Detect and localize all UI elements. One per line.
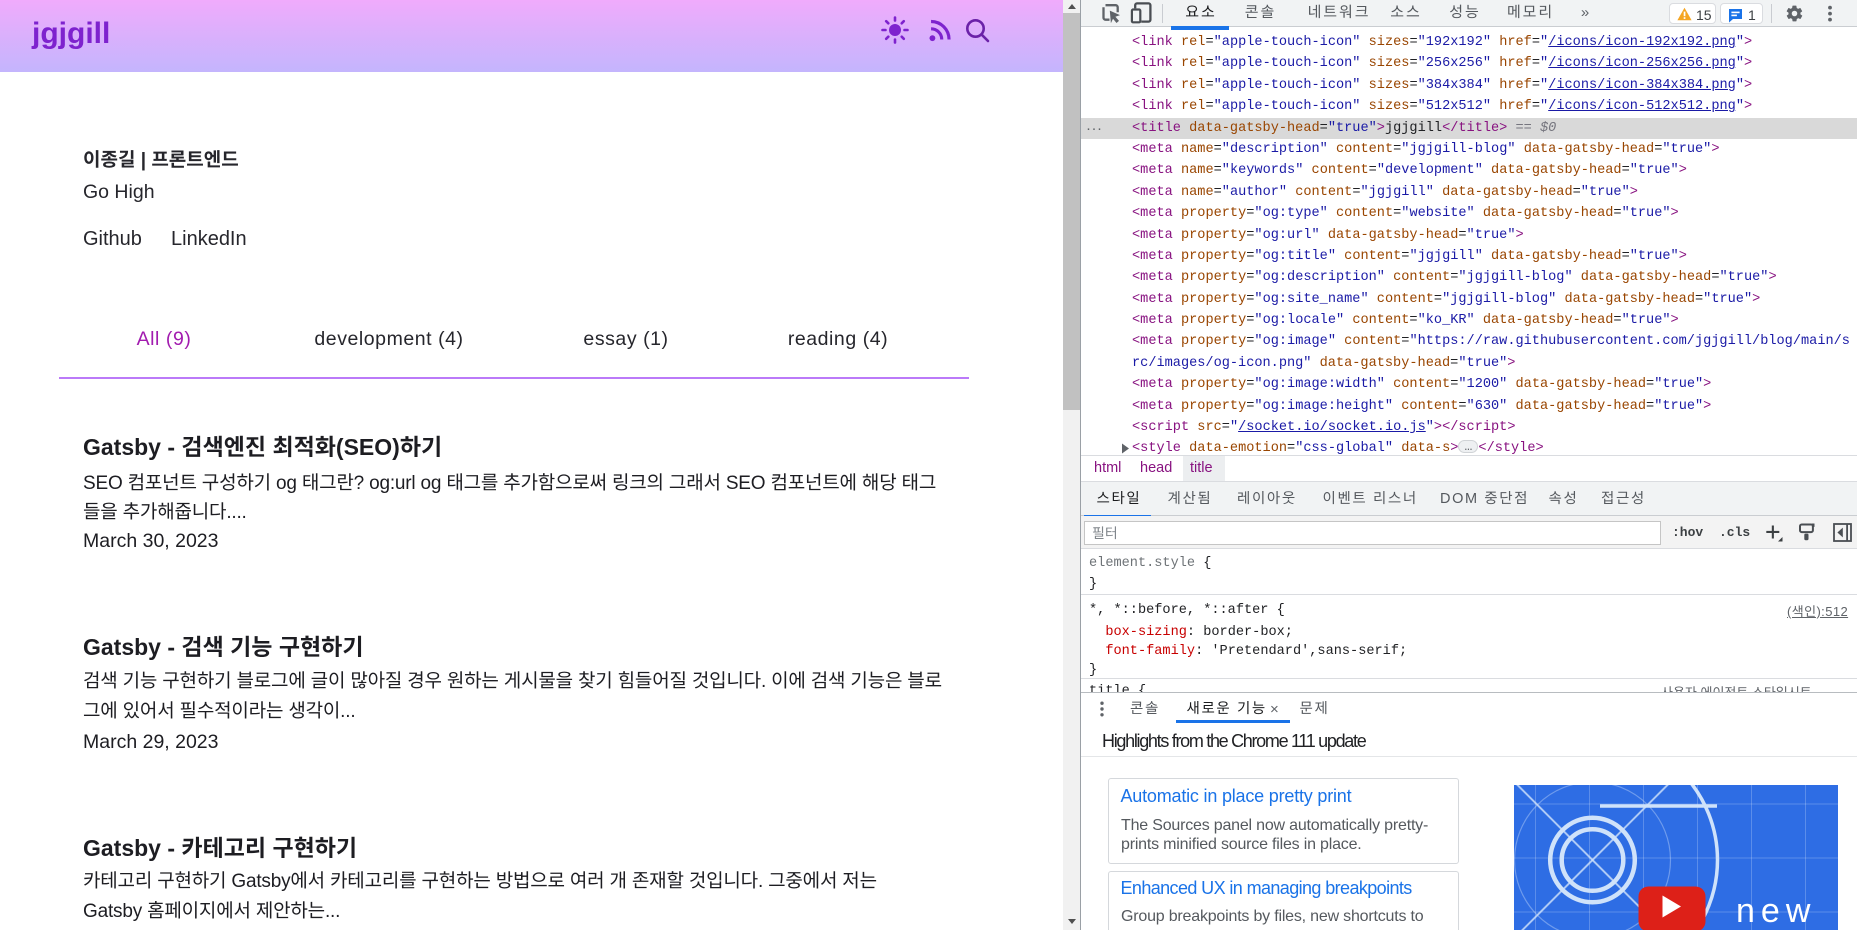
svg-text:new: new (1736, 892, 1816, 930)
